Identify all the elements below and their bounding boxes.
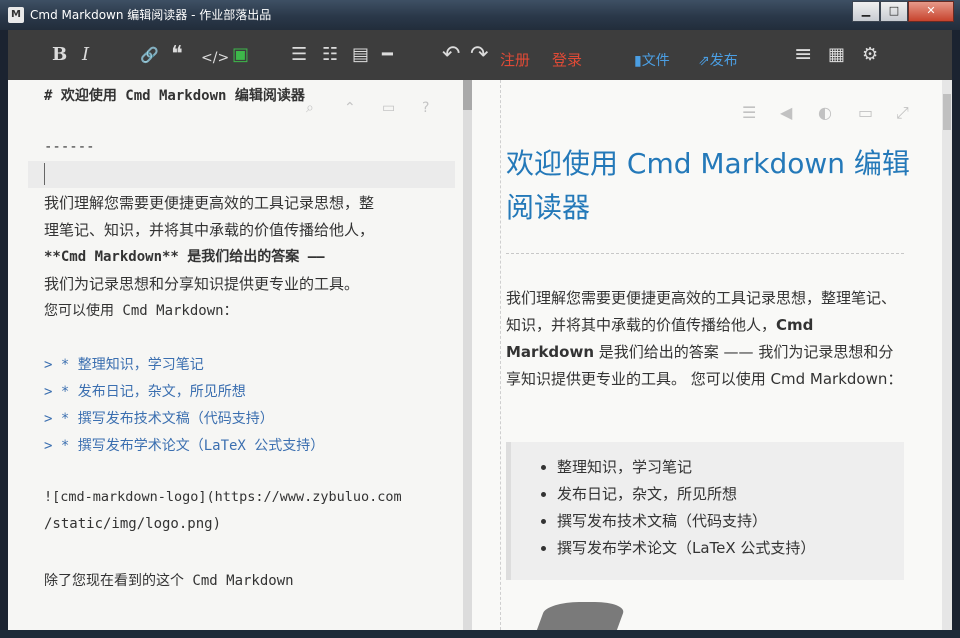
editor-line: **Cmd Markdown** 是我们给出的答案 —— [44,249,325,265]
editor-line: 您可以使用 Cmd Markdown： [44,303,238,319]
list-item: 整理知识，学习笔记 [557,454,815,481]
editor-line: /static/img/logo.png) [44,516,222,532]
list-item: 撰写发布学术论文（LaTeX 公式支持） [557,535,815,562]
publish-icon: ⇗ [698,53,710,69]
link-button[interactable]: 🔗 [140,45,159,67]
editor-line: > * 撰写发布学术论文（LaTeX 公式支持） [44,438,325,454]
preview-scrollbar-thumb[interactable] [943,94,951,130]
editor-line: > * 撰写发布技术文稿（代码支持） [44,411,274,427]
editor-line: ![cmd-markdown-logo](https://www.zybuluo… [44,489,402,505]
editor-line: 除了您现在看到的这个 Cmd Markdown [44,573,294,589]
editor-line: > * 发布日记，杂文，所见所想 [44,384,246,400]
file-menu[interactable]: ▮文件 [634,51,670,73]
editor-line: 理笔记、知识，并将其中承载的价值传播给他人， [44,222,375,239]
editor-scrollbar-thumb[interactable] [463,80,472,110]
close-button[interactable]: ✕ [908,1,954,22]
help-icon[interactable]: ? [422,100,429,116]
maximize-button[interactable]: □ [880,1,908,22]
file-menu-label: 文件 [641,53,670,69]
preview-hr [506,253,904,254]
window-titlebar: M Cmd Markdown 编辑阅读器 - 作业部落出品 ▁ □ ✕ [0,0,960,30]
image-button[interactable]: ▣ [232,45,249,67]
settings-button[interactable]: ⚙ [862,45,878,67]
editor-line: > * 整理知识，学习笔记 [44,357,204,373]
fullscreen-icon[interactable]: ⤢ [896,103,909,123]
monitor-icon[interactable]: ▭ [858,103,873,122]
pane-divider[interactable] [500,80,501,630]
markdown-preview: ☰ ◀ ◐ ▭ ⤢ 欢迎使用 Cmd Markdown 编辑阅读器 我们理解您需… [472,80,942,630]
ordered-list-button[interactable]: ☰ [291,45,307,67]
register-link[interactable]: 注册 [500,50,530,72]
redo-button[interactable]: ↷ [470,44,488,67]
preview-title: 欢迎使用 Cmd Markdown 编辑阅读器 [506,147,910,224]
markdown-editor[interactable]: # 欢迎使用 Cmd Markdown 编辑阅读器 ------ 我们理解您需要… [8,80,463,630]
intro-text: 我们理解您需要更便捷更高效的工具记录思想，整理笔记、知识，并将其中承载的价值传播… [506,289,897,334]
list-item: 撰写发布技术文稿（代码支持） [557,508,815,535]
preview-scrollbar[interactable] [942,80,952,630]
unordered-list-button[interactable]: ☷ [322,45,338,67]
code-button[interactable]: </> [201,48,229,70]
list-item: 发布日记，杂文，所见所想 [557,481,815,508]
file-icon: ▮ [634,53,642,69]
publish-menu-label: 发布 [709,53,738,69]
bullet-list: 整理知识，学习笔记 发布日记，杂文，所见所想 撰写发布技术文稿（代码支持） 撰写… [557,454,815,562]
window-controls: ▁ □ ✕ [852,1,954,22]
quote-button[interactable]: ❝ [171,44,183,67]
contrast-icon[interactable]: ◐ [818,103,832,122]
window-bottom-frame [0,630,960,638]
editor-line: ------ [44,139,95,155]
text-caret [44,163,45,185]
italic-button[interactable]: I [82,45,89,67]
editor-toolbar: B I 🔗 ❝ </> ▣ ☰ ☷ ▤ ━ ↶ ↷ 注册 登录 ▮文件 ⇗发布 … [8,30,952,80]
window-title: Cmd Markdown 编辑阅读器 - 作业部落出品 [30,8,272,22]
layout-button[interactable]: ▦ [828,45,845,67]
search-icon[interactable]: ⌕ [306,100,314,116]
hr-button[interactable]: ━ [382,45,393,67]
logo-image [536,602,628,630]
publish-menu[interactable]: ⇗发布 [698,51,738,73]
editor-line: 我们理解您需要更便捷更高效的工具记录思想，整 [44,195,375,212]
monitor-icon[interactable]: ▭ [382,100,395,116]
minimize-button[interactable]: ▁ [852,1,880,22]
editor-line: 我们为记录思想和分享知识提供更专业的工具。 [44,276,360,293]
app-icon: M [8,7,24,23]
login-link[interactable]: 登录 [552,50,582,72]
current-line-highlight [28,161,455,188]
editor-scrollbar[interactable] [463,80,472,630]
editor-line: # 欢迎使用 Cmd Markdown 编辑阅读器 [44,88,305,104]
arrow-up-icon[interactable]: ⌃ [344,100,356,116]
heading-button[interactable]: ▤ [352,45,369,67]
chevron-left-icon[interactable]: ◀ [780,103,792,122]
bold-button[interactable]: B [52,45,67,67]
preview-intro: 我们理解您需要更便捷更高效的工具记录思想，整理笔记、知识，并将其中承载的价值传播… [506,285,906,393]
preview-blockquote: 整理知识，学习笔记 发布日记，杂文，所见所想 撰写发布技术文稿（代码支持） 撰写… [506,442,904,580]
menu-button[interactable]: ≡ [794,44,812,67]
list-icon[interactable]: ☰ [742,103,756,122]
undo-button[interactable]: ↶ [442,44,460,67]
